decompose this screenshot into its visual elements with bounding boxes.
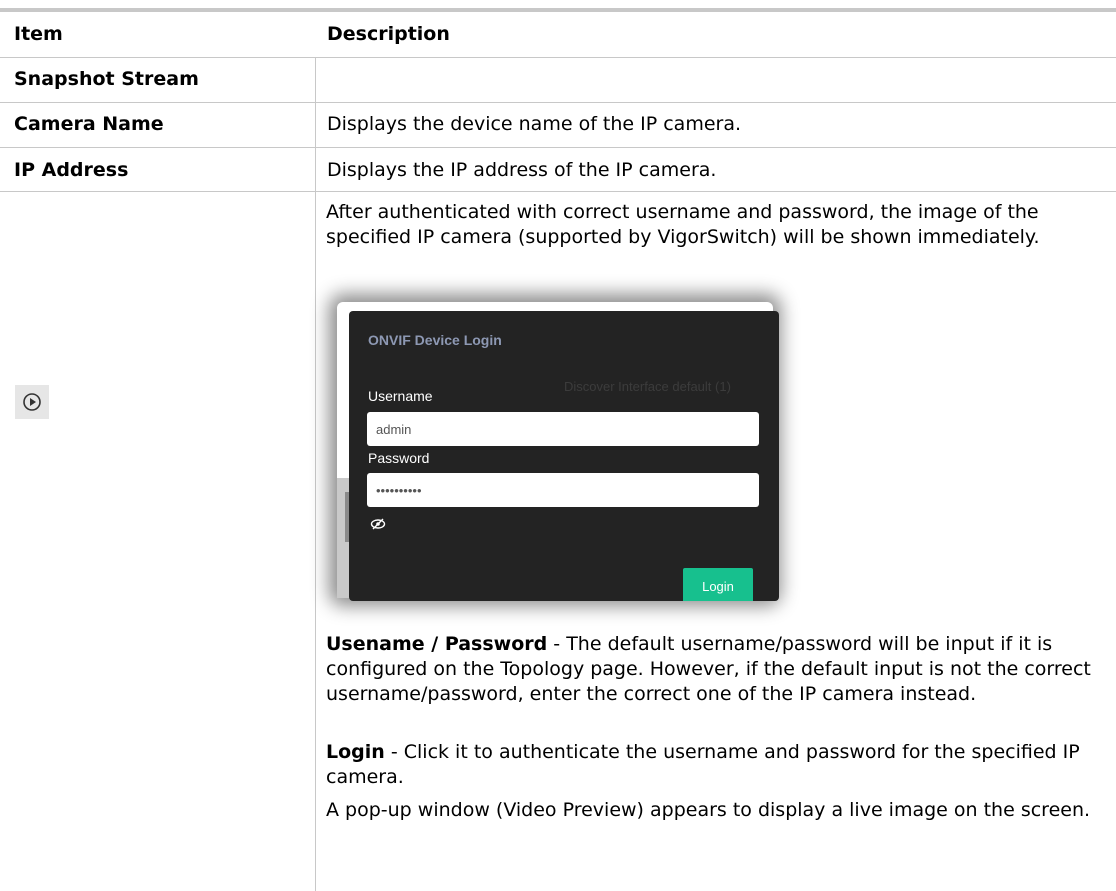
section-title: Snapshot Stream <box>14 68 199 90</box>
row-divider <box>0 147 1116 148</box>
column-divider <box>315 58 316 891</box>
section-divider <box>0 102 1116 103</box>
note-term: Login <box>326 741 385 763</box>
table-top-border <box>0 8 1116 12</box>
desc-camera-name: Displays the device name of the IP camer… <box>327 113 742 135</box>
row-divider <box>0 191 1116 192</box>
password-field[interactable]: •••••••••• <box>367 473 759 507</box>
play-circle-icon <box>23 393 41 411</box>
note-popup: A pop-up window (Video Preview) appears … <box>326 799 1091 821</box>
header-divider <box>0 57 1116 58</box>
desc-ip-address: Displays the IP address of the IP camera… <box>327 159 717 181</box>
item-camera-name: Camera Name <box>14 113 164 135</box>
username-label: Username <box>368 388 433 404</box>
password-label: Password <box>368 450 430 466</box>
header-item: Item <box>14 23 63 45</box>
username-field[interactable]: admin <box>367 412 759 446</box>
dialog-title: ONVIF Device Login <box>368 332 502 348</box>
item-ip-address: IP Address <box>14 159 129 181</box>
play-description: After authenticated with correct usernam… <box>326 201 1040 248</box>
play-button[interactable] <box>15 385 49 419</box>
header-description: Description <box>327 23 450 45</box>
onvif-login-dialog: ONVIF Device Login Discover Interface de… <box>349 311 779 601</box>
note-text: - Click it to authenticate the username … <box>326 741 1080 788</box>
note-login: Login - Click it to authenticate the use… <box>326 740 1101 790</box>
eye-slash-icon[interactable] <box>370 518 386 530</box>
note-term: Usename / Password <box>326 633 548 655</box>
note-username-password: Usename / Password - The default usernam… <box>326 632 1101 707</box>
background-ghost-text: Discover Interface default (1) <box>564 379 731 394</box>
login-button[interactable]: Login <box>683 568 753 601</box>
